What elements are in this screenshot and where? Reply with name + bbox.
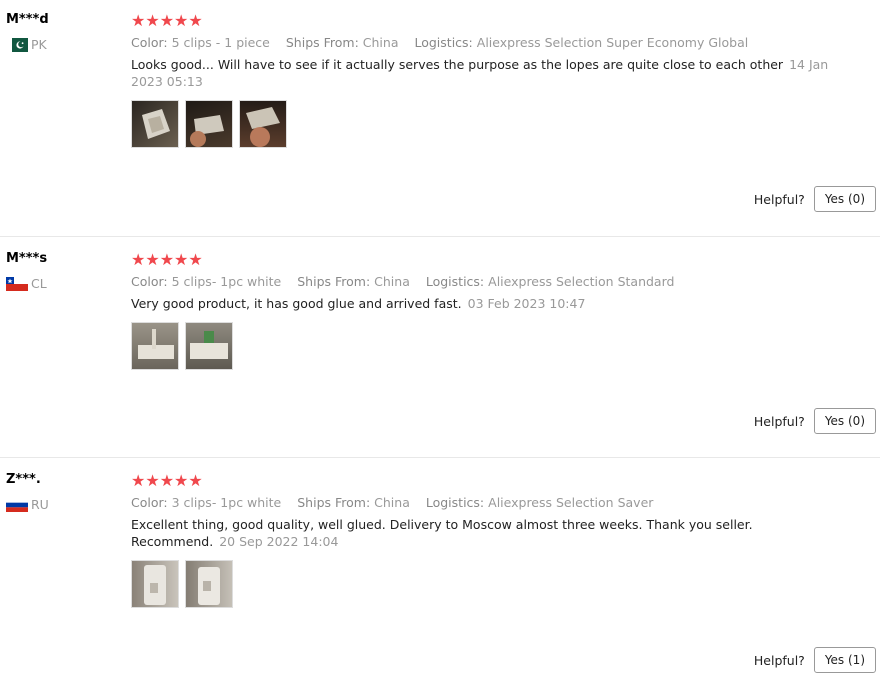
review-photo-thumbnail[interactable] [185, 322, 233, 370]
review-text: Very good product, it has good glue and … [131, 295, 833, 312]
ships-from-label: Ships From: [285, 35, 359, 50]
reviewer-country: RU [6, 497, 49, 512]
reviewer-country: CL [6, 276, 47, 291]
star-rating: ★★★★★ [131, 250, 203, 269]
helpful-section: Helpful? Yes (1) [754, 647, 876, 673]
star-rating: ★★★★★ [131, 471, 203, 490]
logistics-label: Logistics: [425, 274, 485, 289]
color-label: Color: [131, 35, 168, 50]
review-meta: Color: 5 clips- 1pc white Ships From: Ch… [131, 274, 871, 289]
country-code: CL [31, 276, 47, 291]
helpful-section: Helpful? Yes (0) [754, 408, 876, 434]
review-text: Looks good... Will have to see if it act… [131, 56, 833, 90]
reviewer-name: Z***. [6, 472, 41, 487]
helpful-label: Helpful? [753, 652, 805, 668]
review-meta: Color: 5 clips - 1 piece Ships From: Chi… [131, 35, 871, 50]
logistics-label: Logistics: [414, 35, 473, 50]
ships-from-value: China [374, 495, 410, 510]
star-rating: ★★★★★ [131, 11, 203, 30]
color-value: 5 clips- 1pc white [171, 274, 282, 289]
review-date: 03 Feb 2023 10:47 [467, 296, 586, 311]
color-label: Color: [131, 274, 168, 289]
logistics-value: Aliexpress Selection Saver [488, 495, 654, 510]
review-photos [131, 100, 871, 148]
color-value: 5 clips - 1 piece [171, 35, 270, 50]
review-photo-thumbnail[interactable] [239, 100, 287, 148]
review-photo-thumbnail[interactable] [185, 100, 233, 148]
review-item: M***d PK ★★★★★ Color: 5 clips - 1 piece … [0, 12, 880, 237]
review-photo-thumbnail[interactable] [185, 560, 233, 608]
review-photo-thumbnail[interactable] [131, 322, 179, 370]
reviewer-country: PK [6, 37, 47, 52]
country-code: RU [31, 497, 49, 512]
ships-from-label: Ships From: [297, 274, 371, 289]
pakistan-flag-icon [6, 37, 28, 52]
color-label: Color: [131, 495, 168, 510]
color-value: 3 clips- 1pc white [171, 495, 282, 510]
reviewer-name: M***d [6, 12, 49, 27]
logistics-value: Aliexpress Selection Super Economy Globa… [476, 35, 749, 50]
ships-from-value: China [362, 35, 399, 50]
review-photos [131, 322, 871, 370]
reviewer-name: M***s [6, 251, 48, 266]
russia-flag-icon [6, 497, 28, 512]
review-item: Z***. RU ★★★★★ Color: 3 clips- 1pc white… [0, 472, 880, 678]
ships-from-label: Ships From: [297, 495, 371, 510]
review-photos [131, 560, 871, 608]
helpful-yes-button[interactable]: Yes (0) [813, 186, 876, 212]
helpful-section: Helpful? Yes (0) [754, 186, 876, 212]
chile-flag-icon [6, 276, 28, 291]
ships-from-value: China [374, 274, 410, 289]
review-photo-thumbnail[interactable] [131, 560, 179, 608]
review-text: Excellent thing, good quality, well glue… [131, 516, 833, 550]
logistics-value: Aliexpress Selection Standard [488, 274, 675, 289]
review-photo-thumbnail[interactable] [131, 100, 179, 148]
review-meta: Color: 3 clips- 1pc white Ships From: Ch… [131, 495, 871, 510]
review-body: Looks good... Will have to see if it act… [131, 57, 784, 72]
helpful-yes-button[interactable]: Yes (0) [813, 408, 876, 434]
helpful-yes-button[interactable]: Yes (1) [813, 647, 876, 673]
helpful-label: Helpful? [753, 413, 805, 429]
logistics-label: Logistics: [425, 495, 485, 510]
country-code: PK [31, 37, 47, 52]
review-date: 20 Sep 2022 14:04 [219, 534, 339, 549]
helpful-label: Helpful? [753, 191, 805, 207]
review-body: Very good product, it has good glue and … [131, 296, 462, 311]
review-item: M***s CL ★★★★★ Color: 5 clips- 1pc white… [0, 251, 880, 458]
